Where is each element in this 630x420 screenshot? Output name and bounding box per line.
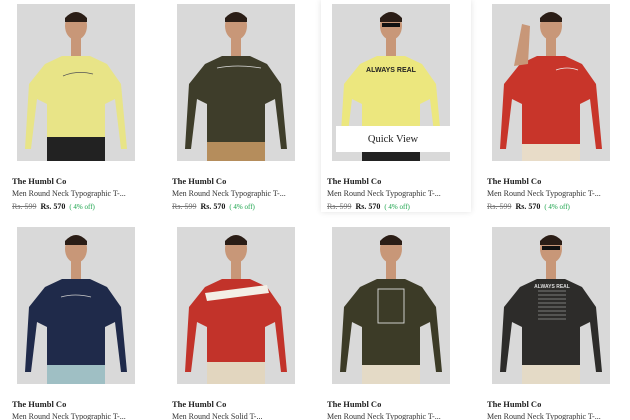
product-brand: The Humbl Co	[12, 399, 67, 409]
product-price: Rs. 599 Rs. 570 ( 4% off)	[172, 202, 255, 211]
product-card[interactable]: ALWAYS REAL The Humbl Co Men Round Neck …	[481, 227, 630, 420]
product-card[interactable]: The Humbl Co Men Round Neck Solid T-...	[166, 227, 316, 420]
product-image[interactable]	[17, 227, 135, 384]
model-photo-olive-box-tee	[332, 227, 450, 384]
product-name[interactable]: Men Round Neck Typographic T-...	[327, 412, 441, 420]
product-brand: The Humbl Co	[487, 176, 542, 186]
product-name[interactable]: Men Round Neck Typographic T-...	[487, 412, 601, 420]
original-price: Rs. 599	[487, 202, 512, 211]
product-price: Rs. 599 Rs. 570 ( 4% off)	[487, 202, 570, 211]
model-photo-navy-tee	[17, 227, 135, 384]
sale-price: Rs. 570	[355, 202, 381, 211]
product-brand: The Humbl Co	[327, 399, 382, 409]
product-image[interactable]	[492, 4, 610, 161]
product-image[interactable]: ALWAYS REAL	[492, 227, 610, 384]
discount-label: ( 4% off)	[229, 203, 255, 211]
model-photo-red-stripe-tee	[177, 227, 295, 384]
product-brand: The Humbl Co	[172, 399, 227, 409]
model-photo-olive-tee	[177, 4, 295, 161]
product-price: Rs. 599 Rs. 570 ( 4% off)	[12, 202, 95, 211]
product-name[interactable]: Men Round Neck Typographic T-...	[487, 189, 601, 198]
discount-label: ( 4% off)	[544, 203, 570, 211]
product-image[interactable]	[177, 227, 295, 384]
product-brand: The Humbl Co	[487, 399, 542, 409]
product-image[interactable]	[332, 227, 450, 384]
product-name[interactable]: Men Round Neck Typographic T-...	[172, 189, 286, 198]
shirt-print-text: ALWAYS REAL	[534, 284, 570, 290]
original-price: Rs. 599	[327, 202, 352, 211]
product-name[interactable]: Men Round Neck Solid T-...	[172, 412, 262, 420]
product-brand: The Humbl Co	[327, 176, 382, 186]
product-card[interactable]: The Humbl Co Men Round Neck Typographic …	[481, 4, 630, 211]
product-card[interactable]: The Humbl Co Men Round Neck Typographic …	[321, 227, 471, 420]
original-price: Rs. 599	[12, 202, 37, 211]
product-name[interactable]: Men Round Neck Typographic T-...	[12, 189, 126, 198]
product-brand: The Humbl Co	[12, 176, 67, 186]
product-image[interactable]	[17, 4, 135, 161]
product-price: Rs. 599 Rs. 570 ( 4% off)	[327, 202, 410, 211]
product-card[interactable]: ALWAYS REAL Quick View The Humbl Co Men …	[321, 0, 471, 212]
product-brand: The Humbl Co	[172, 176, 227, 186]
product-card[interactable]: The Humbl Co Men Round Neck Typographic …	[6, 4, 156, 211]
discount-label: ( 4% off)	[384, 203, 410, 211]
product-image[interactable]	[177, 4, 295, 161]
product-card[interactable]: The Humbl Co Men Round Neck Typographic …	[6, 227, 156, 420]
product-card[interactable]: The Humbl Co Men Round Neck Typographic …	[166, 4, 316, 211]
model-photo-black-always-real-tee: ALWAYS REAL	[492, 227, 610, 384]
shirt-print-text: ALWAYS REAL	[366, 67, 417, 74]
original-price: Rs. 599	[172, 202, 197, 211]
sale-price: Rs. 570	[515, 202, 541, 211]
discount-label: ( 4% off)	[69, 203, 95, 211]
model-photo-yellow-tee	[17, 4, 135, 161]
product-name[interactable]: Men Round Neck Typographic T-...	[12, 412, 126, 420]
quick-view-button[interactable]: Quick View	[336, 126, 450, 152]
product-name[interactable]: Men Round Neck Typographic T-...	[327, 189, 441, 198]
sale-price: Rs. 570	[40, 202, 66, 211]
model-photo-red-tee	[492, 4, 610, 161]
sale-price: Rs. 570	[200, 202, 226, 211]
